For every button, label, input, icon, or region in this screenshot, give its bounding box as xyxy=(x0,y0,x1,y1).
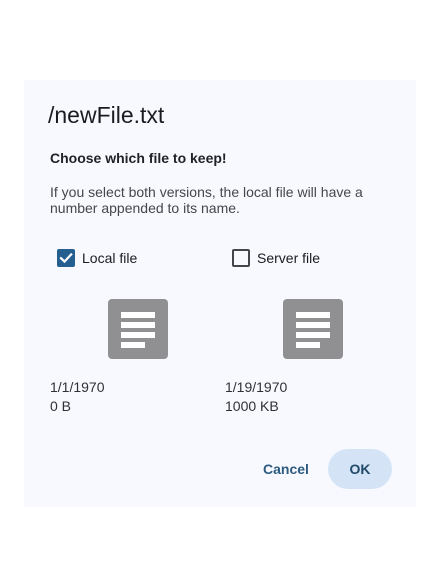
server-file-checkbox[interactable] xyxy=(232,249,250,267)
dialog-subtitle: Choose which file to keep! xyxy=(50,150,227,166)
local-file-label: Local file xyxy=(82,250,138,266)
server-file-option[interactable]: Server file xyxy=(232,247,320,269)
local-file-size: 0 B xyxy=(50,398,72,414)
server-file-label: Server file xyxy=(257,250,321,266)
conflict-dialog: /newFile.txt Choose which file to keep! … xyxy=(24,80,416,507)
checkmark-icon xyxy=(59,252,73,264)
local-file-option[interactable]: Local file xyxy=(57,247,137,269)
ok-button[interactable]: OK xyxy=(328,449,392,489)
local-file-checkbox[interactable] xyxy=(57,249,75,267)
local-document-icon xyxy=(108,299,168,359)
dialog-description: If you select both versions, the local f… xyxy=(50,184,363,216)
server-file-date: 1/19/1970 xyxy=(225,379,288,395)
local-file-date: 1/1/1970 xyxy=(50,379,105,395)
cancel-button[interactable]: Cancel xyxy=(250,449,322,489)
dialog-title: /newFile.txt xyxy=(48,102,165,128)
server-file-size: 1000 KB xyxy=(225,398,279,414)
server-document-icon xyxy=(283,299,343,359)
